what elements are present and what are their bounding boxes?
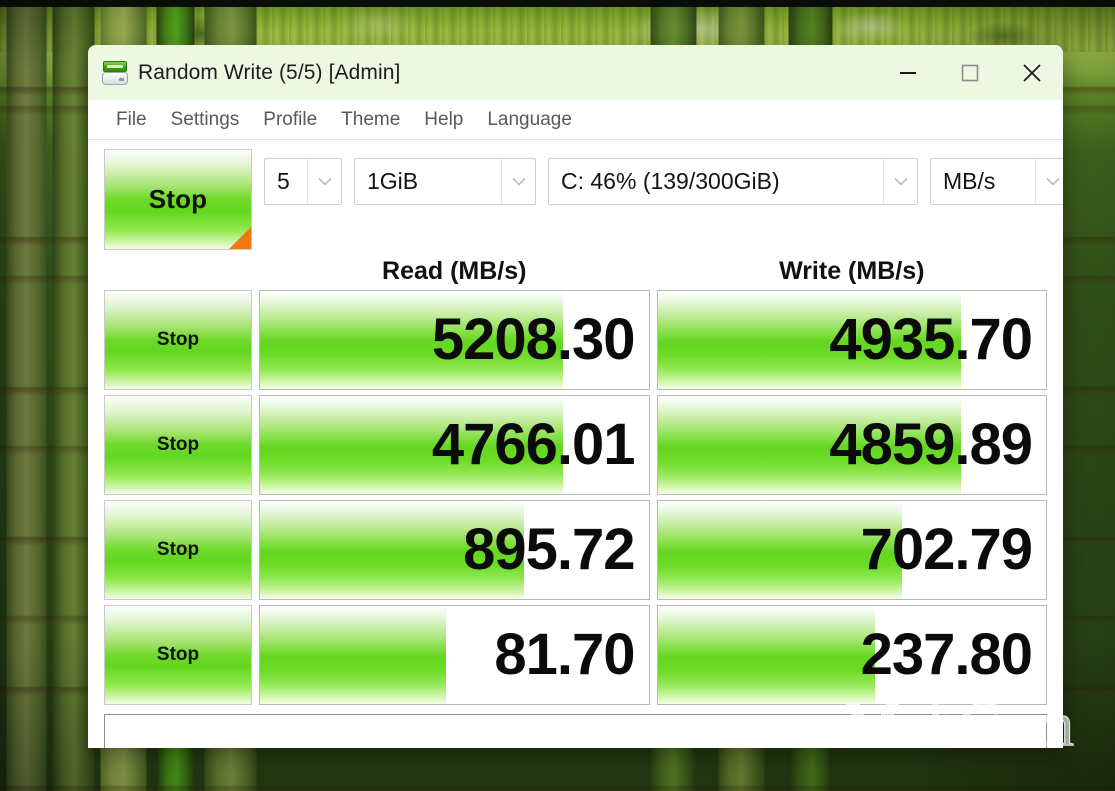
menu-item-help[interactable]: Help (412, 109, 475, 131)
read-score-cell: 895.72 (259, 500, 650, 600)
chevron-down-icon (307, 159, 341, 204)
desktop-background: Random Write (5/5) [Admin] File Settings… (0, 0, 1115, 791)
toolbar: Stop 5 1GiB C: 46% (139/300GiB) MB/s (104, 149, 1063, 250)
row-gap (252, 290, 259, 390)
unit-dropdown[interactable]: MB/s (930, 158, 1063, 205)
read-score-value: 4766.01 (431, 412, 636, 477)
row-stop-label: Stop (156, 434, 200, 455)
toolbar-controls: 5 1GiB C: 46% (139/300GiB) MB/s (264, 149, 1063, 205)
read-score-cell: 5208.30 (259, 290, 650, 390)
target-drive-dropdown[interactable]: C: 46% (139/300GiB) (548, 158, 918, 205)
row-gap (650, 500, 657, 600)
write-score-cell: 237.80 (656, 605, 1047, 705)
row-stop-button[interactable]: Stop (104, 395, 252, 495)
unit-value: MB/s (943, 168, 996, 194)
write-score-cell: 702.79 (656, 500, 1047, 600)
wallpaper-top-edge (0, 0, 1115, 7)
write-score-fill (657, 606, 876, 704)
write-score-value: 4935.70 (829, 307, 1033, 372)
write-score-value: 4859.89 (829, 412, 1033, 477)
read-score-cell: 81.70 (259, 605, 650, 705)
run-all-stop-button[interactable]: Stop (104, 149, 252, 250)
window-body: Stop 5 1GiB C: 46% (139/300GiB) MB/s Rea… (88, 140, 1063, 748)
write-score-cell: 4859.89 (656, 395, 1047, 495)
menu-bar: File Settings Profile Theme Help Languag… (88, 100, 1063, 140)
table-row: Stop 81.70 237.80 (104, 605, 1047, 705)
read-score-cell: 4766.01 (259, 395, 650, 495)
row-gap (252, 500, 259, 600)
write-score-cell: 4935.70 (656, 290, 1047, 390)
title-bar[interactable]: Random Write (5/5) [Admin] (88, 45, 1063, 100)
disk-drive-icon (102, 60, 128, 86)
row-stop-button[interactable]: Stop (104, 500, 252, 600)
chevron-down-icon (1035, 159, 1063, 204)
window-title: Random Write (5/5) [Admin] (138, 60, 401, 84)
write-column-header: Write (MB/s) (779, 256, 925, 285)
write-score-value: 237.80 (860, 622, 1033, 687)
chevron-down-icon (501, 159, 535, 204)
row-stop-button[interactable]: Stop (104, 605, 252, 705)
menu-item-settings[interactable]: Settings (159, 109, 252, 131)
minimize-button[interactable] (877, 45, 939, 100)
row-stop-label: Stop (156, 539, 200, 560)
running-corner-marker-icon (229, 227, 251, 249)
read-score-value: 81.70 (494, 622, 635, 687)
status-bar (104, 714, 1047, 748)
run-count-dropdown[interactable]: 5 (264, 158, 342, 205)
crystaldiskmark-window: Random Write (5/5) [Admin] File Settings… (88, 45, 1063, 748)
row-gap (650, 605, 657, 705)
row-stop-button[interactable]: Stop (104, 290, 252, 390)
test-size-value: 1GiB (367, 168, 419, 194)
test-size-dropdown[interactable]: 1GiB (354, 158, 536, 205)
row-gap (252, 605, 259, 705)
results-rows: Stop 5208.30 4935.70 Stop 4766.01 4859.8… (104, 290, 1047, 710)
table-row: Stop 895.72 702.79 (104, 500, 1047, 600)
maximize-button[interactable] (939, 45, 1001, 100)
table-row: Stop 5208.30 4935.70 (104, 290, 1047, 390)
write-score-value: 702.79 (860, 517, 1033, 582)
row-gap (252, 395, 259, 495)
menu-item-language[interactable]: Language (475, 109, 584, 131)
run-count-value: 5 (277, 168, 290, 194)
menu-item-file[interactable]: File (104, 109, 159, 131)
read-column-header: Read (MB/s) (382, 256, 527, 285)
table-row: Stop 4766.01 4859.89 (104, 395, 1047, 495)
row-gap (650, 290, 657, 390)
row-stop-label: Stop (156, 329, 200, 350)
read-score-fill (260, 606, 447, 704)
results-header-row: Read (MB/s) Write (MB/s) (104, 252, 1047, 290)
read-score-value: 5208.30 (431, 307, 636, 372)
row-gap (650, 395, 657, 495)
menu-item-theme[interactable]: Theme (329, 109, 412, 131)
target-drive-value: C: 46% (139/300GiB) (561, 168, 780, 194)
read-score-value: 895.72 (463, 517, 635, 582)
close-button[interactable] (1001, 45, 1063, 100)
run-all-stop-label: Stop (148, 184, 208, 214)
chevron-down-icon (883, 159, 917, 204)
row-stop-label: Stop (156, 644, 200, 665)
menu-item-profile[interactable]: Profile (251, 109, 329, 131)
